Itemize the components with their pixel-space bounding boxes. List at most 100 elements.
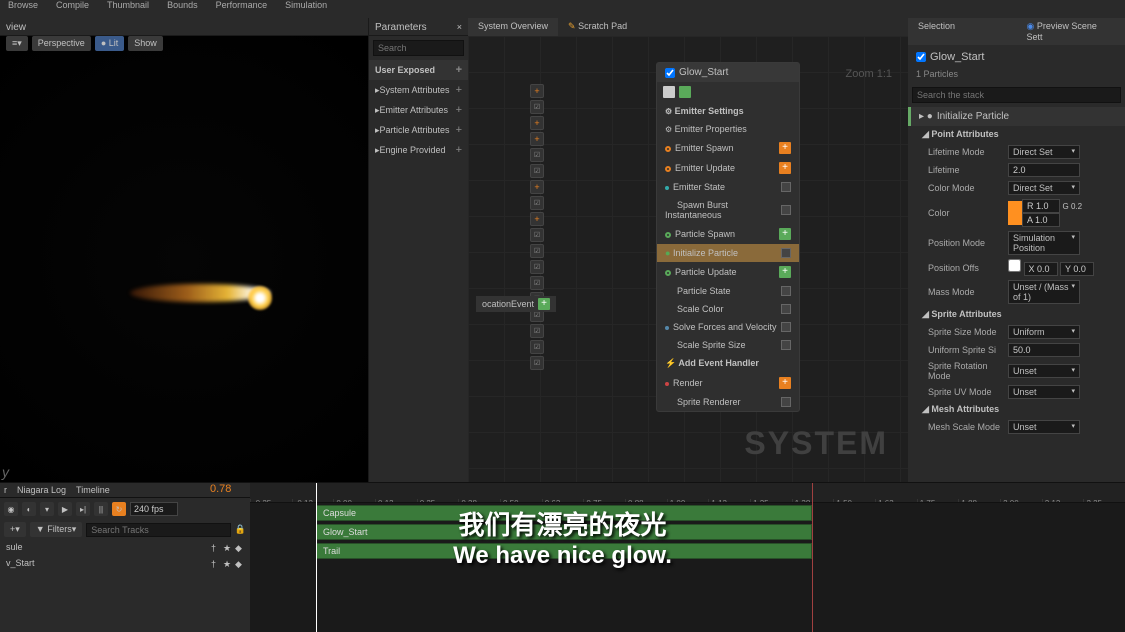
dropdown[interactable]: Direct Set bbox=[1008, 181, 1080, 195]
dropdown[interactable]: Uniform bbox=[1008, 325, 1080, 339]
add-icon[interactable]: + bbox=[779, 266, 791, 278]
eye-button[interactable]: ◐ bbox=[22, 502, 36, 516]
timeline-ruler[interactable]: -0.25-0.120.000.130.250.380.500.630.750.… bbox=[250, 483, 1125, 503]
fps-input[interactable] bbox=[130, 502, 178, 516]
add-icon[interactable]: + bbox=[779, 162, 791, 174]
dropdown[interactable]: Unset bbox=[1008, 364, 1080, 378]
emitter-module-sprite-renderer[interactable]: Sprite Renderer bbox=[657, 393, 799, 411]
toolbar-browse[interactable]: Browse bbox=[8, 0, 38, 10]
color-swatch[interactable] bbox=[1008, 201, 1022, 225]
emitter-module-emitter-spawn[interactable]: Emitter Spawn+ bbox=[657, 138, 799, 158]
star-icon[interactable]: ★ bbox=[223, 543, 232, 552]
module-checkbox[interactable] bbox=[781, 340, 791, 350]
emitter-module-particle-state[interactable]: Particle State bbox=[657, 282, 799, 300]
add-track-button[interactable]: +▾ bbox=[4, 522, 26, 537]
emitter-module-scale-color[interactable]: Scale Color bbox=[657, 300, 799, 318]
track-row-sule[interactable]: sule†★◆ bbox=[0, 539, 250, 555]
selection-enabled-checkbox[interactable] bbox=[916, 52, 926, 62]
tab-system-overview[interactable]: System Overview bbox=[468, 18, 558, 36]
viewport-menu-button[interactable]: ≡▾ bbox=[6, 36, 28, 51]
emitter-enabled-checkbox[interactable] bbox=[665, 68, 675, 78]
person-icon[interactable] bbox=[663, 86, 675, 98]
stack-slot[interactable]: ☑ bbox=[530, 356, 544, 370]
emitter-node-glow-start[interactable]: Glow_Start ⚙ Emitter Settings⚙ Emitter P… bbox=[656, 62, 800, 412]
toolbar-compile[interactable]: Compile bbox=[56, 0, 89, 10]
add-icon[interactable]: + bbox=[779, 228, 791, 240]
stack-slot[interactable]: ☑ bbox=[530, 148, 544, 162]
module-checkbox[interactable] bbox=[781, 286, 791, 296]
param-group-user-exposed[interactable]: User Exposed+ bbox=[369, 60, 468, 80]
param-group-emitter-attributes[interactable]: ▸Emitter Attributes+ bbox=[369, 100, 468, 120]
add-icon[interactable]: + bbox=[456, 84, 462, 96]
property-group-point-attributes[interactable]: ◢ Point Attributes bbox=[908, 126, 1125, 143]
stack-slot[interactable]: + bbox=[530, 116, 544, 130]
param-group-engine-provided[interactable]: ▸Engine Provided+ bbox=[369, 140, 468, 160]
loop-button[interactable]: ↻ bbox=[112, 502, 126, 516]
module-section-header[interactable]: ▸ ● Initialize Particle bbox=[908, 107, 1125, 126]
stack-slot[interactable]: + bbox=[530, 212, 544, 226]
add-icon[interactable]: + bbox=[538, 298, 550, 310]
emitter-module-scale-sprite-size[interactable]: Scale Sprite Size bbox=[657, 336, 799, 354]
add-icon[interactable]: + bbox=[456, 64, 462, 76]
dropdown[interactable]: Direct Set bbox=[1008, 145, 1080, 159]
dropdown[interactable]: Simulation Position bbox=[1008, 231, 1080, 255]
add-icon[interactable]: + bbox=[456, 104, 462, 116]
stack-slot[interactable]: ☑ bbox=[530, 100, 544, 114]
toolbar-thumbnail[interactable]: Thumbnail bbox=[107, 0, 149, 10]
track-row-v_start[interactable]: v_Start†★◆ bbox=[0, 555, 250, 571]
stack-slot[interactable]: + bbox=[530, 84, 544, 98]
emitter-module-initialize-particle[interactable]: ● Initialize Particle bbox=[657, 244, 799, 262]
add-icon[interactable]: + bbox=[779, 142, 791, 154]
stack-slot[interactable]: ☑ bbox=[530, 260, 544, 274]
emitter-module-emitter-settings[interactable]: ⚙ Emitter Settings bbox=[657, 102, 799, 120]
close-icon[interactable]: × bbox=[457, 22, 462, 32]
number-input[interactable] bbox=[1008, 343, 1080, 357]
key-icon[interactable]: † bbox=[211, 559, 220, 568]
key-icon[interactable]: † bbox=[211, 543, 220, 552]
add-icon[interactable]: + bbox=[456, 144, 462, 156]
track-search-input[interactable] bbox=[86, 523, 231, 537]
show-button[interactable]: Show bbox=[128, 36, 163, 51]
node-graph-canvas[interactable]: NS_Missile Zoom 1:1 +☑++☑☑+☑+☑☑☑☑☑☑☑☑☑ o… bbox=[468, 36, 908, 482]
emitter-module-solve-forces-and-velocity[interactable]: Solve Forces and Velocity bbox=[657, 318, 799, 336]
stack-slot[interactable]: ☑ bbox=[530, 324, 544, 338]
pause-button[interactable]: || bbox=[94, 502, 108, 516]
toolbar-bounds[interactable]: Bounds bbox=[167, 0, 198, 10]
stack-slot[interactable]: ☑ bbox=[530, 196, 544, 210]
module-checkbox[interactable] bbox=[781, 248, 791, 258]
timeline-bar-glow_start[interactable]: Glow_Start bbox=[316, 524, 812, 540]
property-group-mesh-attributes[interactable]: ◢ Mesh Attributes bbox=[908, 401, 1125, 418]
stack-slot[interactable]: ☑ bbox=[530, 244, 544, 258]
emitter-module-emitter-state[interactable]: Emitter State bbox=[657, 178, 799, 196]
star-icon[interactable]: ★ bbox=[223, 559, 232, 568]
emitter-module-spawn-burst-instantaneous[interactable]: Spawn Burst Instantaneous bbox=[657, 196, 799, 224]
stack-slot[interactable]: ☑ bbox=[530, 228, 544, 242]
end-marker[interactable] bbox=[812, 483, 813, 632]
diamond-icon[interactable]: ◆ bbox=[235, 543, 244, 552]
property-group-sprite-attributes[interactable]: ◢ Sprite Attributes bbox=[908, 306, 1125, 323]
tab-selection[interactable]: Selection bbox=[908, 18, 1017, 45]
lit-mode-button[interactable]: ● Lit bbox=[95, 36, 124, 51]
timeline-tab-r[interactable]: r bbox=[4, 485, 7, 495]
add-icon[interactable]: + bbox=[456, 124, 462, 136]
tab-preview-scene[interactable]: Preview Scene Sett bbox=[1017, 18, 1125, 45]
dropdown[interactable]: Unset / (Mass of 1) bbox=[1008, 280, 1080, 304]
location-event-node[interactable]: ocationEvent+ bbox=[476, 296, 556, 312]
stack-slot[interactable]: + bbox=[530, 132, 544, 146]
timeline-tab-timeline[interactable]: Timeline bbox=[76, 485, 110, 495]
stack-slot[interactable]: ☑ bbox=[530, 340, 544, 354]
dropdown-icon[interactable]: ▾ bbox=[40, 502, 54, 516]
toolbar-simulation[interactable]: Simulation bbox=[285, 0, 327, 10]
emitter-title-bar[interactable]: Glow_Start bbox=[657, 63, 799, 82]
timeline-bar-capsule[interactable]: Capsule bbox=[316, 505, 812, 521]
record-button[interactable]: ◉ bbox=[4, 502, 18, 516]
stack-slot[interactable]: + bbox=[530, 180, 544, 194]
stack-slot[interactable]: ☑ bbox=[530, 164, 544, 178]
number-input[interactable] bbox=[1008, 163, 1080, 177]
enable-checkbox[interactable] bbox=[1008, 259, 1021, 272]
emitter-module-emitter-properties[interactable]: ⚙ Emitter Properties bbox=[657, 120, 799, 138]
param-group-system-attributes[interactable]: ▸System Attributes+ bbox=[369, 80, 468, 100]
module-checkbox[interactable] bbox=[781, 205, 791, 215]
stack-slot[interactable]: ☑ bbox=[530, 276, 544, 290]
dropdown[interactable]: Unset bbox=[1008, 385, 1080, 399]
